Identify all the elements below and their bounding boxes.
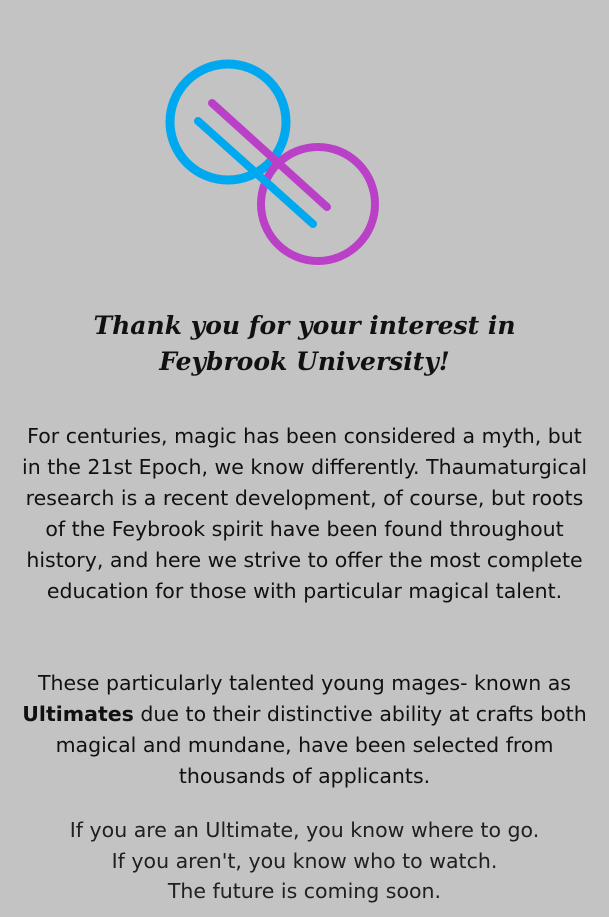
ultimates-intro-text: These particularly talented young mages-… bbox=[38, 671, 571, 695]
closing-line-1: If you are an Ultimate, you know where t… bbox=[69, 818, 540, 842]
closing-line-3: The future is coming soon. bbox=[167, 879, 442, 903]
ultimates-term: Ultimates bbox=[22, 702, 134, 726]
ultimates-rest-text: due to their distinctive ability at craf… bbox=[55, 702, 587, 788]
intro-paragraph: For centuries, magic has been considered… bbox=[22, 424, 588, 603]
feybrook-rings-logo-icon bbox=[165, 59, 379, 265]
welcome-heading: Thank you for your interest in Feybrook … bbox=[93, 311, 516, 376]
blue-slash bbox=[194, 117, 317, 228]
ultimates-paragraph: These particularly talented young mages-… bbox=[22, 668, 587, 792]
closing-line-2: If you aren't, you know who to watch. bbox=[111, 848, 498, 873]
purple-slash bbox=[208, 99, 331, 211]
closing-lines: If you are an Ultimate, you know where t… bbox=[22, 815, 587, 907]
